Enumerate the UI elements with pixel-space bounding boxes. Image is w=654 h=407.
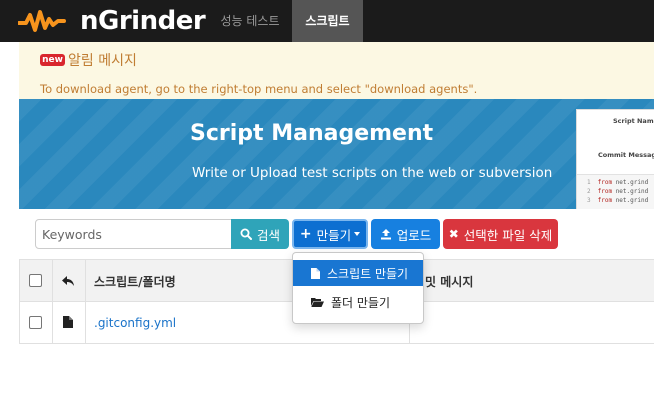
code-line: 1 from net.grind [587, 179, 649, 186]
menu-item-label: 스크립트 만들기 [327, 266, 409, 281]
card-commit-label: Commit Message [598, 151, 654, 159]
file-name-link[interactable]: .gitconfig.yml [94, 316, 176, 330]
upload-button-label: 업로드 [396, 227, 432, 243]
notice-panel: new 알림 메시지 To download agent, go to the … [19, 42, 654, 99]
column-divider [85, 260, 86, 301]
waveform-logo-icon [18, 10, 66, 32]
card-script-name-label: Script Name [613, 117, 654, 125]
nav-script[interactable]: 스크립트 [292, 0, 363, 42]
new-badge: new [40, 54, 65, 66]
card-code-preview: 1 from net.grind 2 from net.grind 3 from ne… [577, 174, 654, 209]
column-divider [52, 302, 53, 343]
nav-performance-test[interactable]: 성능 테스트 [214, 0, 286, 42]
notice-text: To download agent, go to the right-top m… [40, 82, 478, 96]
code-line: 3 from net.grind [587, 197, 649, 204]
code-line: 2 from net.grind [587, 188, 649, 195]
search-button[interactable]: 검색 [231, 219, 289, 249]
column-divider [85, 302, 86, 343]
upload-icon [380, 229, 391, 240]
delete-selected-button[interactable]: ✖ 선택한 파일 삭제 [443, 219, 558, 249]
reply-arrow-icon [62, 276, 74, 286]
file-icon [311, 267, 320, 279]
banner-subtitle: Write or Upload test scripts on the web … [192, 165, 553, 181]
make-button[interactable]: + 만들기 [292, 219, 368, 249]
close-icon: ✖ [448, 227, 459, 241]
ngrinder-logo[interactable]: nGrinder [18, 6, 206, 36]
row-checkbox[interactable] [29, 316, 42, 329]
column-header-name[interactable]: 스크립트/폴더명 [94, 273, 176, 290]
select-all-checkbox[interactable] [29, 274, 42, 287]
make-button-label: 만들기 [316, 227, 352, 243]
script-management-banner: Script Management Write or Upload test s… [19, 99, 654, 209]
banner-background [19, 99, 654, 209]
search-button-label: 검색 [256, 227, 280, 243]
menu-item-label: 폴더 만들기 [331, 295, 391, 310]
banner-title: Script Management [190, 121, 434, 146]
upload-button[interactable]: 업로드 [371, 219, 440, 249]
plus-icon: + [299, 226, 312, 242]
menu-item-create-script[interactable]: 스크립트 만들기 [293, 260, 423, 286]
make-dropdown-menu: 스크립트 만들기 폴더 만들기 [292, 252, 424, 324]
menu-item-create-folder[interactable]: 폴더 만들기 [293, 289, 423, 315]
folder-open-icon [311, 298, 324, 307]
logo-text: nGrinder [80, 6, 206, 36]
caret-down-icon [354, 232, 361, 236]
file-icon [63, 316, 73, 328]
banner-preview-card: Script Name Commit Message 1from net.gri… [576, 109, 654, 209]
delete-button-label: 선택한 파일 삭제 [463, 227, 553, 243]
notice-title: 알림 메시지 [68, 53, 137, 69]
search-icon [240, 228, 252, 240]
top-navbar: nGrinder 성능 테스트 스크립트 [0, 0, 654, 42]
column-divider [52, 260, 53, 301]
search-input[interactable] [35, 219, 232, 249]
